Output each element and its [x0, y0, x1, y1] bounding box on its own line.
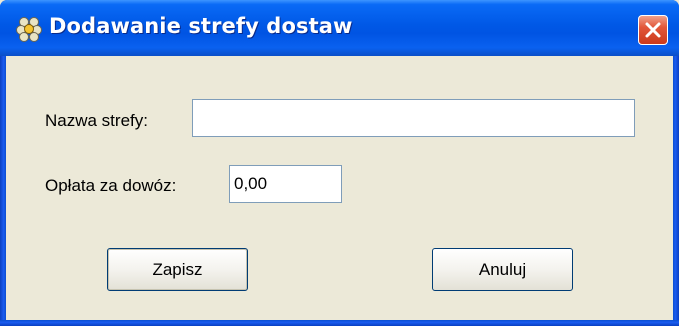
- delivery-fee-label: Opłata za dowóz:: [45, 176, 177, 195]
- cancel-button-label: Anuluj: [478, 260, 527, 279]
- save-button-label: Zapisz: [152, 260, 203, 279]
- cancel-button[interactable]: Anuluj: [432, 248, 573, 291]
- delivery-fee-input[interactable]: [229, 165, 342, 203]
- title-bar[interactable]: Dodawanie strefy dostaw: [0, 0, 679, 56]
- zone-name-input[interactable]: [192, 99, 635, 137]
- app-logo-icon: [16, 16, 42, 42]
- close-icon: [645, 22, 661, 38]
- window-title: Dodawanie strefy dostaw: [49, 14, 353, 38]
- close-button[interactable]: [638, 15, 668, 45]
- window-frame-right: [673, 56, 679, 326]
- dialog-body: Nazwa strefy: Opłata za dowóz: Zapisz An…: [6, 56, 673, 320]
- zone-name-label: Nazwa strefy:: [45, 111, 148, 130]
- save-button[interactable]: Zapisz: [107, 248, 248, 291]
- dialog-window: Dodawanie strefy dostaw Nazwa strefy: Op…: [0, 0, 679, 326]
- window-frame-bottom: [0, 320, 679, 326]
